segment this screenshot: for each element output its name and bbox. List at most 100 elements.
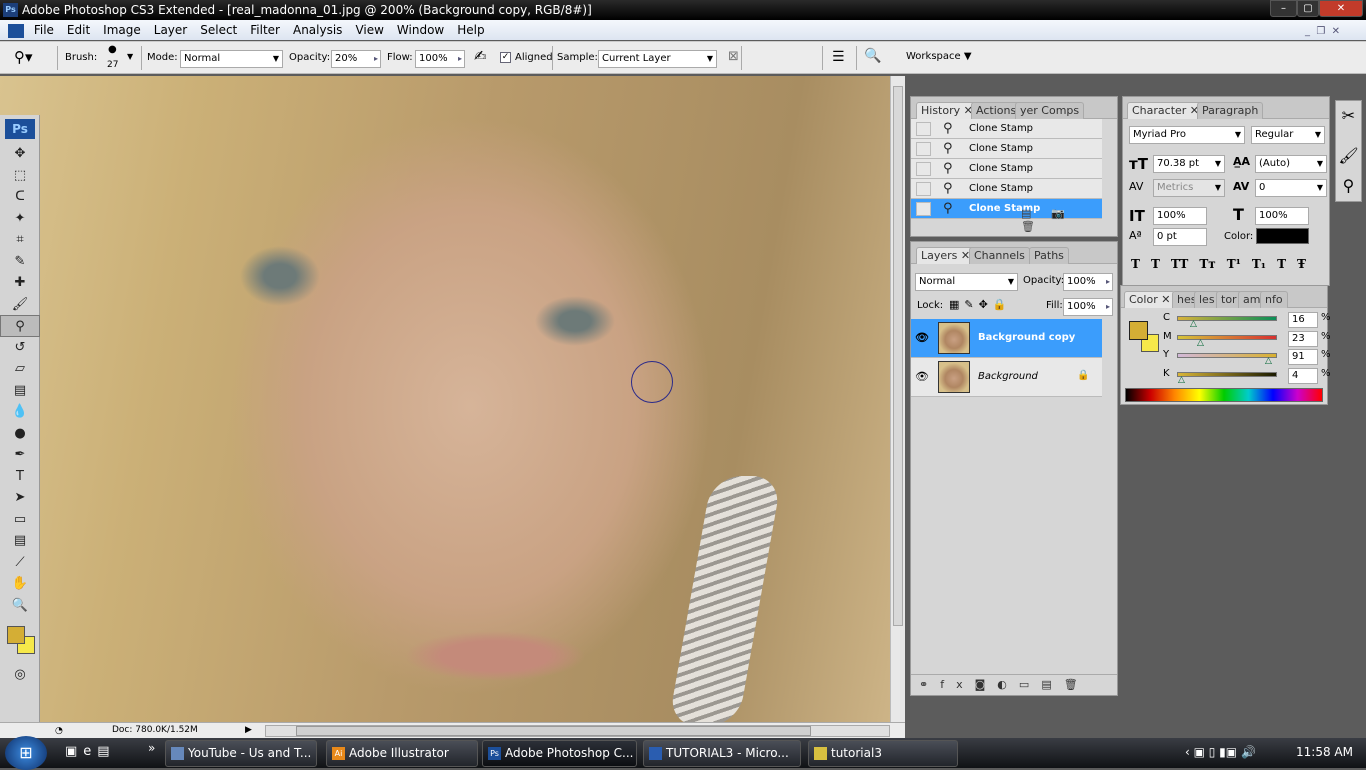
channel-slider[interactable]: △ <box>1177 334 1277 348</box>
history-brush-toggle[interactable] <box>916 182 931 196</box>
shape-tool-icon[interactable]: ▭ <box>0 509 40 531</box>
lasso-tool-icon[interactable]: ᑕ <box>0 186 40 208</box>
image-canvas[interactable] <box>0 76 890 722</box>
status-menu-icon[interactable]: ◔ <box>55 724 63 739</box>
lock-icons[interactable]: ▦✎✥🔒 <box>949 298 1012 311</box>
layer-name[interactable]: Background <box>978 371 1038 382</box>
scroll-thumb[interactable] <box>893 86 903 626</box>
scroll-thumb[interactable] <box>296 726 811 736</box>
eyedropper-tool-icon[interactable]: ⟋ <box>0 552 40 574</box>
channel-slider[interactable]: △ <box>1177 353 1277 366</box>
menu-file[interactable]: File <box>34 23 54 37</box>
dodge-tool-icon[interactable]: ● <box>0 423 40 445</box>
workspace-button[interactable]: Workspace ▼ <box>906 51 972 62</box>
clone-stamp-preset-icon[interactable]: ⚲▾ <box>14 48 33 66</box>
visibility-eye-icon[interactable]: 👁 <box>915 331 929 344</box>
clone-stamp-tool-icon[interactable]: ⚲ <box>0 315 40 337</box>
snapshot-icon[interactable]: 📷 <box>1051 207 1085 220</box>
tray-icons[interactable]: ‹ ▣ ▯ ▮▣ 🔊 <box>1185 745 1256 759</box>
taskbar-item[interactable]: TUTORIAL3 - Micro... <box>643 740 801 767</box>
taskbar-item[interactable]: Ps Adobe Photoshop C... <box>482 740 637 767</box>
menu-window[interactable]: Window <box>397 23 444 37</box>
blend-mode-select[interactable]: Normal ▼ <box>915 273 1018 291</box>
history-brush-toggle[interactable] <box>916 162 931 176</box>
channel-value-field[interactable]: 4 <box>1288 367 1318 384</box>
healing-brush-tool-icon[interactable]: ✚ <box>0 272 40 294</box>
font-size-field[interactable]: 70.38 pt ▼ <box>1153 155 1225 173</box>
airbrush-icon[interactable]: ✍ <box>474 47 487 65</box>
group-icon[interactable]: ▭ <box>1019 678 1041 691</box>
horizontal-scale-field[interactable]: 100% <box>1255 207 1309 225</box>
move-tool-icon[interactable]: ✥ <box>0 143 40 165</box>
blur-tool-icon[interactable]: 💧 <box>0 401 40 423</box>
horizontal-scrollbar[interactable] <box>265 725 890 737</box>
mask-icon[interactable]: ◙ <box>975 678 998 691</box>
path-selection-tool-icon[interactable]: ➤ <box>0 487 40 509</box>
layer-row[interactable]: 👁 Background 🔒 <box>911 358 1102 397</box>
visibility-eye-icon[interactable]: 👁 <box>915 370 929 383</box>
type-style-button[interactable]: Ŧ <box>1297 257 1306 271</box>
gradient-tool-icon[interactable]: ▤ <box>0 380 40 402</box>
crop-tool-icon[interactable]: ⌗ <box>0 229 40 251</box>
type-style-button[interactable]: T <box>1277 257 1286 271</box>
type-style-button[interactable]: Tт <box>1199 257 1215 271</box>
font-family-select[interactable]: Myriad Pro ▼ <box>1129 126 1245 144</box>
minimize-button[interactable]: – <box>1270 0 1297 17</box>
clone-source-icon[interactable]: ⚲ <box>1336 171 1361 201</box>
menu-image[interactable]: Image <box>103 23 141 37</box>
notes-tool-icon[interactable]: ▤ <box>0 530 40 552</box>
ignore-adjustment-layers-icon[interactable]: ⊠ <box>728 49 739 64</box>
slider-thumb[interactable]: △ <box>1265 356 1272 366</box>
channel-value-field[interactable]: 91 <box>1288 349 1318 365</box>
menu-filter[interactable]: Filter <box>250 23 280 37</box>
brushes-icon[interactable]: 🖌 <box>1336 141 1361 171</box>
tab-Color[interactable]: Color ✕ <box>1124 291 1176 308</box>
status-arrow-icon[interactable]: ▶ <box>245 723 252 738</box>
type-tool-icon[interactable]: T <box>0 466 40 488</box>
start-button[interactable]: ⊞ <box>5 736 47 770</box>
fill-field[interactable]: 100% ▸ <box>1063 298 1113 316</box>
history-item[interactable]: ⚲ Clone Stamp <box>911 179 1102 199</box>
zoom-tool-icon[interactable]: 🔍 <box>0 595 40 617</box>
text-color-swatch[interactable] <box>1256 228 1309 244</box>
menu-help[interactable]: Help <box>457 23 484 37</box>
fx-icon[interactable]: fx <box>940 678 974 691</box>
menu-analysis[interactable]: Analysis <box>293 23 342 37</box>
tab-channels[interactable]: Channels <box>969 247 1030 264</box>
new-document-icon[interactable]: ▤ <box>1021 207 1051 220</box>
tab-layers[interactable]: Layers ✕ <box>916 247 976 264</box>
history-brush-tool-icon[interactable]: ↺ <box>0 337 40 359</box>
foreground-color-swatch[interactable] <box>7 626 25 644</box>
quick-mask-icon[interactable]: ◎ <box>0 664 40 686</box>
sample-select[interactable]: Current Layer ▼ <box>598 50 717 68</box>
foreground-color-swatch[interactable] <box>1129 321 1148 340</box>
history-brush-toggle[interactable] <box>916 202 931 216</box>
channel-slider[interactable]: △ <box>1177 316 1277 329</box>
close-button[interactable]: ✕ <box>1319 0 1363 17</box>
type-style-button[interactable]: T <box>1131 257 1140 271</box>
tab-nfo[interactable]: nfo <box>1260 291 1288 308</box>
tab-layer-comps[interactable]: yer Comps <box>1015 102 1085 119</box>
marquee-tool-icon[interactable]: ⬚ <box>0 165 40 187</box>
history-item[interactable]: ⚲ Clone Stamp <box>911 139 1102 159</box>
type-style-button[interactable]: T¹ <box>1227 257 1241 271</box>
history-item[interactable]: ⚲ Clone Stamp <box>911 119 1102 139</box>
brush-dropdown-icon[interactable]: ▼ <box>127 52 133 61</box>
aligned-checkbox[interactable]: ✓ <box>500 52 511 63</box>
history-brush-toggle[interactable] <box>916 142 931 156</box>
adjustment-icon[interactable]: ◐ <box>997 678 1019 691</box>
slider-thumb[interactable]: △ <box>1190 319 1197 329</box>
new-layer-icon[interactable]: ▤ <box>1041 678 1063 691</box>
baseline-shift-field[interactable]: 0 pt <box>1153 228 1207 246</box>
tab-character[interactable]: Character ✕ <box>1127 102 1205 119</box>
menu-edit[interactable]: Edit <box>67 23 90 37</box>
tab-paths[interactable]: Paths <box>1029 247 1069 264</box>
history-item[interactable]: ⚲ Clone Stamp <box>911 159 1102 179</box>
menu-layer[interactable]: Layer <box>154 23 187 37</box>
type-style-button[interactable]: TT <box>1171 257 1188 271</box>
pen-tool-icon[interactable]: ✒ <box>0 444 40 466</box>
quick-launch[interactable]: ▣e▤ <box>65 744 116 759</box>
taskbar-item[interactable]: Ai Adobe Illustrator <box>326 740 478 767</box>
slice-tool-icon[interactable]: ✎ <box>0 251 40 273</box>
tracking-field[interactable]: 0 ▼ <box>1255 179 1327 197</box>
